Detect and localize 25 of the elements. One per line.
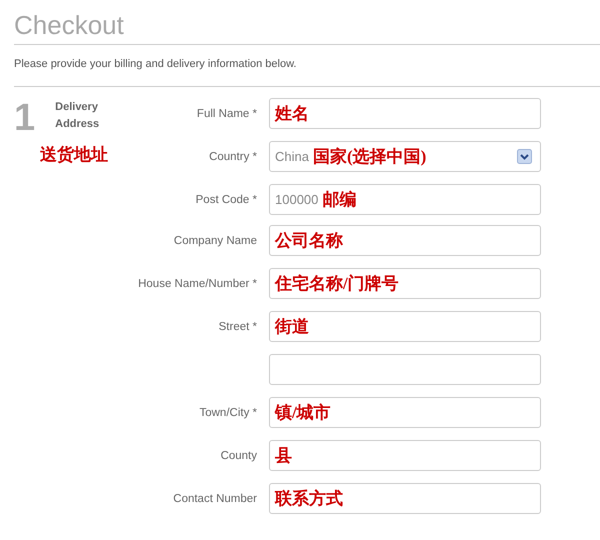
input-field[interactable]: 镇/城市 xyxy=(269,397,541,428)
field-label: Country * xyxy=(209,150,257,162)
intro-text: Please provide your billing and delivery information below. xyxy=(14,57,298,72)
annotation-text: 送货地址 xyxy=(40,144,109,166)
field-label: Street * xyxy=(218,320,257,332)
input-field[interactable]: 住宅名称/门牌号 xyxy=(269,268,541,299)
input-field[interactable]: 县 xyxy=(269,440,541,471)
input-field[interactable]: 公司名称 xyxy=(269,225,541,256)
page-title: Checkout xyxy=(14,9,125,41)
field-label: Contact Number xyxy=(173,492,257,504)
field-label: Post Code * xyxy=(196,194,257,206)
step-number: 1 xyxy=(14,98,36,138)
field-label: Company Name xyxy=(174,234,257,246)
field-label: Full Name * xyxy=(196,108,257,120)
step-title: Delivery Address xyxy=(55,100,100,132)
input-field[interactable]: 100000 邮编 xyxy=(269,184,541,215)
country-dropdown[interactable]: China 国家(选择中国) xyxy=(269,141,541,172)
field-label: House Name/Number * xyxy=(138,278,257,290)
chevron-down-icon xyxy=(517,149,532,164)
input-field[interactable]: 姓名 xyxy=(269,98,541,129)
input-field[interactable]: 街道 xyxy=(269,311,541,342)
input-field[interactable]: 联系方式 xyxy=(269,483,541,514)
field-label: Town/City * xyxy=(199,406,257,418)
input-field[interactable] xyxy=(269,354,541,385)
field-label: County xyxy=(220,450,257,462)
